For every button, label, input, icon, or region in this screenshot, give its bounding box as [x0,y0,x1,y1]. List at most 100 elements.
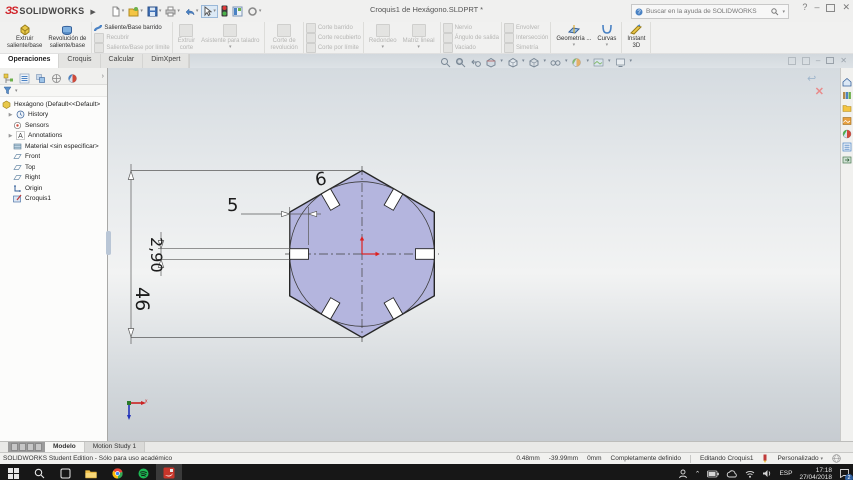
panel-tabs-expand-icon[interactable]: › [102,73,104,80]
print-dropdown-icon[interactable]: ▾ [177,8,180,14]
units-dropdown-icon[interactable]: ▾ [820,456,823,462]
extrude-boss-button[interactable]: Extruir saliente/base [4,23,45,52]
revolve-boss-button[interactable]: Revolución de saliente/base [45,23,89,52]
lofted-cut-button[interactable]: Corte recubierto [305,32,361,43]
tree-item-croquis1[interactable]: Croquis1 [0,194,107,205]
dimxpert-manager-tab-icon[interactable] [51,71,62,83]
property-manager-tab-icon[interactable] [19,71,30,83]
configuration-manager-tab-icon[interactable] [35,71,46,83]
fillet-button[interactable]: Redondeo ▾ [366,23,400,52]
spotify-taskbar-icon[interactable] [130,464,156,480]
contact-icon[interactable] [678,469,688,479]
reference-geometry-button[interactable]: Geometría ... ▾ [553,23,594,52]
pane-display-icon[interactable] [842,152,852,164]
reference-geometry-dropdown-icon[interactable]: ▾ [573,42,576,47]
undo-dropdown-icon[interactable]: ▾ [196,8,199,14]
file-properties-button[interactable] [231,5,244,18]
tree-item-part[interactable]: Hexágono (Default<<Default> [0,99,107,110]
tree-item-material[interactable]: Material <sin especificar> [0,141,107,152]
tree-item-front-plane[interactable]: Front [0,152,107,163]
custom-properties-icon[interactable] [842,139,852,152]
solidworks-resources-icon[interactable] [842,74,852,87]
appearances-scenes-icon[interactable] [842,126,852,139]
curves-button[interactable]: Curvas ▾ [594,23,619,52]
hidden-icons-chevron[interactable]: ⌃ [695,470,701,478]
select-dropdown-icon[interactable]: ▾ [213,8,216,14]
help-search-box[interactable]: ? Buscar en la ayuda de SOLIDWORKS ▾ [631,4,789,19]
close-button[interactable]: ✕ [842,3,850,12]
curves-dropdown-icon[interactable]: ▾ [606,42,609,47]
action-center-button[interactable]: 2 [839,468,853,480]
battery-icon[interactable] [707,470,720,478]
zoom-to-area-icon[interactable] [455,55,466,68]
shell-button[interactable]: Vaciado [442,42,499,53]
menu-expand-arrow-icon[interactable]: ▶ [90,8,95,16]
view-settings-icon[interactable] [615,55,626,67]
tab-calcular[interactable]: Calcular [101,54,144,68]
tree-item-top-plane[interactable]: Top [0,162,107,173]
zoom-to-fit-icon[interactable] [440,55,451,68]
boundary-cut-button[interactable]: Corte por límite [305,42,361,53]
options-dropdown-icon[interactable]: ▾ [259,8,262,14]
save-dropdown-icon[interactable]: ▾ [159,8,162,14]
intersect-button[interactable]: Intersección [503,32,548,43]
linear-pattern-dropdown-icon[interactable]: ▾ [417,44,420,49]
tab-motion-study-1[interactable]: Motion Study 1 [84,442,146,452]
save-button[interactable]: ▾ [146,5,163,18]
language-indicator[interactable]: ESP [779,470,792,477]
section-view-dropdown-icon[interactable]: ▾ [500,58,503,64]
tree-item-origin[interactable]: Origin [0,183,107,194]
help-button[interactable]: ? [802,3,807,12]
tab-croquis[interactable]: Croquis [59,54,101,68]
wifi-icon[interactable] [745,470,755,478]
featuremanager-tree-tab-icon[interactable] [3,71,14,83]
start-button[interactable] [0,464,26,480]
new-file-dropdown-icon[interactable]: ▾ [122,8,125,14]
previous-view-icon[interactable] [470,55,482,67]
apply-scene-icon[interactable] [593,55,604,67]
graphics-viewport[interactable]: 46 2,90 5 6 ↪ ✕ x [108,68,840,441]
hide-show-items-icon[interactable] [550,55,561,66]
chrome-taskbar-icon[interactable] [104,464,130,480]
pane-toggle2-icon[interactable] [801,56,810,65]
doc-close-button[interactable]: ✕ [840,56,847,65]
boundary-boss-button[interactable]: Saliente/Base por límite [94,42,170,53]
open-file-button[interactable]: ▾ [127,5,144,18]
filter-dropdown-icon[interactable]: ▾ [15,88,18,94]
rib-button[interactable]: Nervio [442,22,499,33]
restore-button[interactable] [826,3,836,12]
filter-funnel-icon[interactable] [3,86,12,95]
taskbar-search-button[interactable] [26,464,52,480]
view-orientation-icon[interactable] [507,55,518,68]
expand-arrow-icon[interactable]: ▶ [8,112,13,118]
instant-3d-button[interactable]: Instant 3D [624,23,648,52]
display-style-icon[interactable] [528,55,539,68]
hole-wizard-button[interactable]: Asistente para taladro ▾ [198,23,262,52]
wrap-button[interactable]: Envolver [503,22,548,33]
search-dropdown-icon[interactable]: ▾ [782,9,785,15]
dimension-6-text[interactable]: 6 [314,168,328,190]
exit-sketch-icon[interactable]: ↪ [807,72,816,85]
edit-appearance-dropdown-icon[interactable]: ▾ [586,58,589,64]
dimension-46-text[interactable]: 46 [131,287,153,311]
search-input[interactable]: Buscar en la ayuda de SOLIDWORKS [646,8,768,15]
swept-boss-button[interactable]: Saliente/Base barrido [94,23,169,32]
expand-arrow-icon[interactable]: ▶ [8,133,13,139]
options-button[interactable]: ▾ [246,5,263,18]
notch-right[interactable] [415,248,435,260]
search-magnifier-icon[interactable] [771,7,779,16]
dimension-2-90-text[interactable]: 2,90 [147,237,166,273]
dimension-2-90[interactable] [157,232,290,276]
print-button[interactable]: ▾ [164,5,181,18]
draft-button[interactable]: Ángulo de salida [442,32,499,43]
tree-item-sensors[interactable]: Sensors [0,120,107,131]
view-settings-dropdown-icon[interactable]: ▾ [630,58,633,64]
onedrive-cloud-icon[interactable] [726,469,738,478]
hide-show-dropdown-icon[interactable]: ▾ [565,58,568,64]
tab-operaciones[interactable]: Operaciones [0,54,60,68]
notch-left[interactable] [289,248,309,260]
swept-cut-button[interactable]: Corte barrido [305,22,361,33]
new-file-button[interactable]: ▾ [110,5,126,18]
solidworks-taskbar-icon[interactable] [156,464,182,480]
apply-scene-dropdown-icon[interactable]: ▾ [608,58,611,64]
